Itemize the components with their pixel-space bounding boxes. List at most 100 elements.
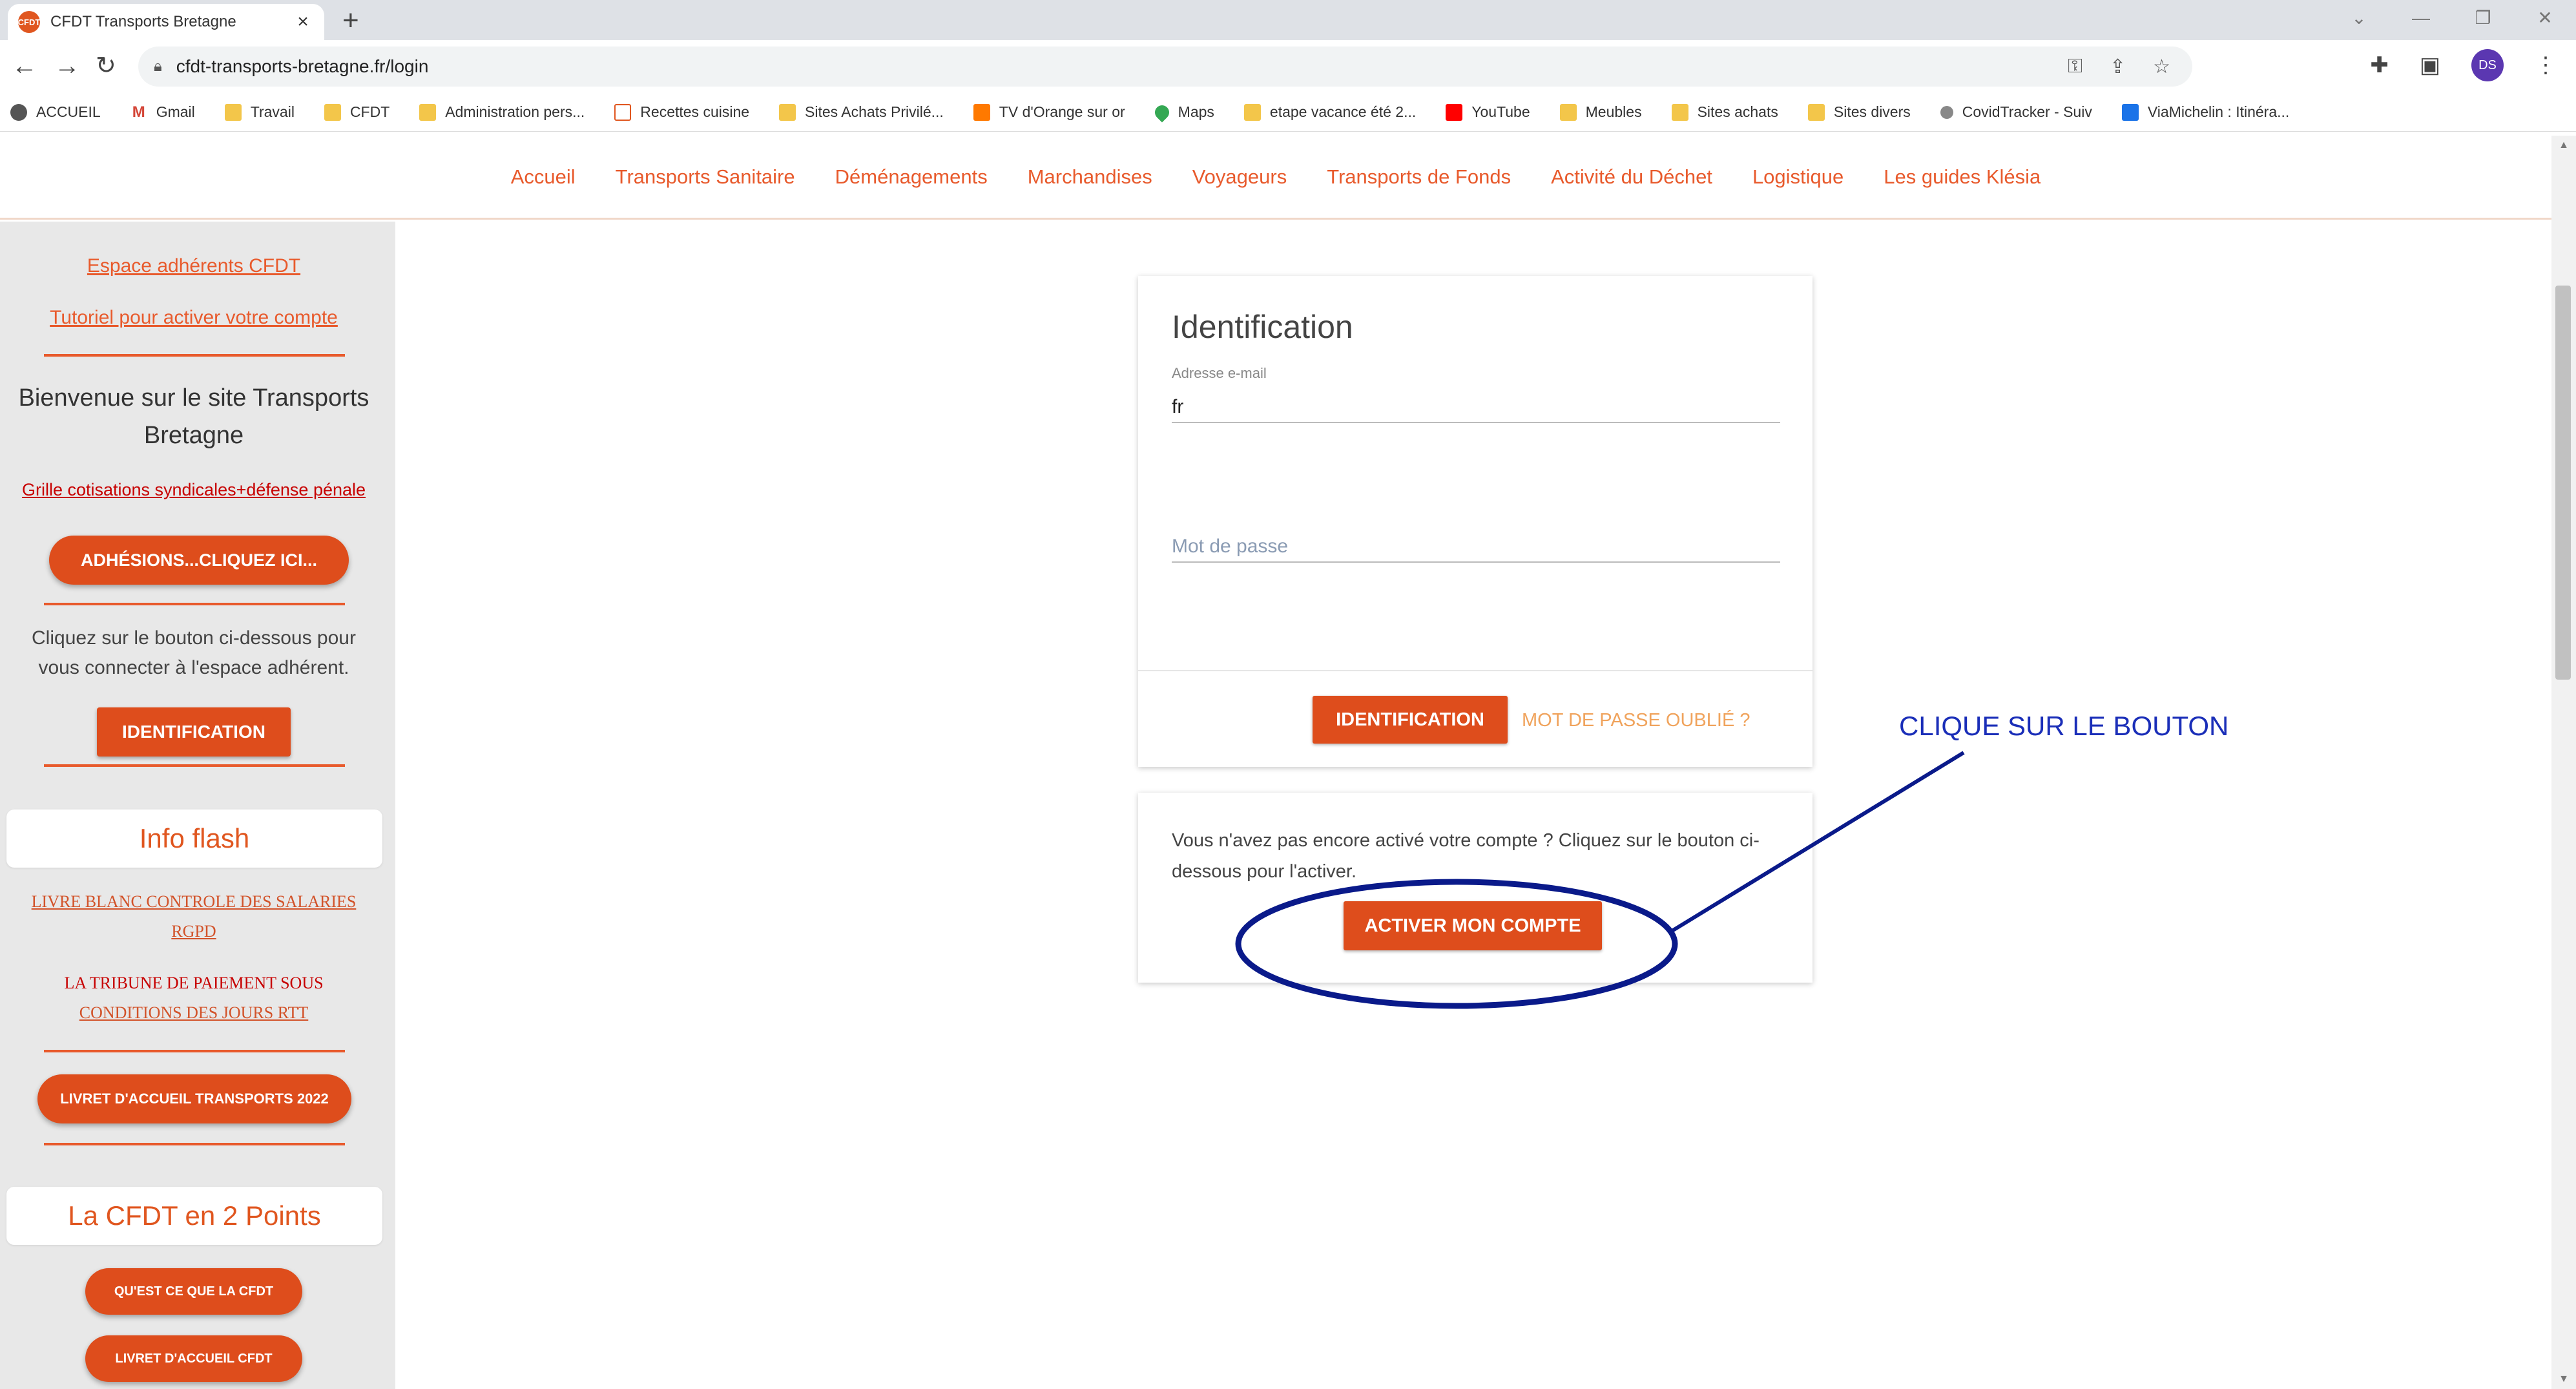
- livre-blanc-line-1: LIVRE BLANC CONTROLE DES SALARIES: [31, 892, 357, 911]
- tv-icon: [973, 103, 990, 121]
- nav-item[interactable]: Logistique: [1752, 165, 1844, 189]
- tutoriel-link[interactable]: Tutoriel pour activer votre compte: [0, 307, 388, 329]
- window-controls: ⌄ — ❐ ✕: [2328, 0, 2576, 40]
- forward-icon[interactable]: →: [54, 49, 80, 83]
- bookmark-label: Gmail: [156, 103, 195, 120]
- minimize-icon[interactable]: —: [2390, 0, 2452, 40]
- tribune-link[interactable]: LA TRIBUNE DE PAIEMENT SOUS CONDITIONS D…: [0, 968, 388, 1028]
- close-window-icon[interactable]: ✕: [2514, 0, 2576, 40]
- grille-cotisations-link[interactable]: Grille cotisations syndicales+défense pé…: [0, 480, 388, 500]
- page-scrollbar[interactable]: ▲ ▼: [2551, 136, 2576, 1389]
- youtube-icon: [1446, 103, 1463, 121]
- bookmark-label: ViaMichelin : Itinéra...: [2147, 103, 2290, 120]
- back-icon[interactable]: ←: [12, 49, 37, 83]
- folder-icon: [419, 103, 437, 121]
- forgot-password-link[interactable]: MOT DE PASSE OUBLIÉ ?: [1522, 710, 1750, 731]
- bookmark-label: etape vacance été 2...: [1269, 103, 1417, 120]
- scroll-up-icon[interactable]: ▲: [2551, 140, 2576, 151]
- restore-icon[interactable]: ❐: [2452, 0, 2514, 40]
- key-icon[interactable]: ⚿: [2068, 56, 2083, 78]
- activate-account-button[interactable]: ACTIVER MON COMPTE: [1344, 901, 1602, 950]
- bookmark-item[interactable]: Maps: [1152, 101, 1214, 123]
- divider: [44, 603, 345, 605]
- site-nav: Accueil Transports Sanitaire Déménagements…: [0, 136, 2551, 220]
- card-divider: [1138, 670, 1813, 671]
- bookmark-item[interactable]: etape vacance été 2...: [1243, 103, 1417, 121]
- bookmark-label: Recettes cuisine: [640, 103, 750, 120]
- bookmark-item[interactable]: Sites divers: [1807, 103, 1911, 121]
- bookmark-item[interactable]: M Gmail: [130, 103, 195, 121]
- folder-icon: [779, 103, 796, 121]
- connect-text-line-2: vous connecter à l'espace adhérent.: [38, 657, 349, 678]
- bookmark-item[interactable]: CFDT: [324, 103, 390, 121]
- star-icon[interactable]: ☆: [2153, 56, 2170, 78]
- bookmark-item[interactable]: Meubles: [1559, 103, 1642, 121]
- nav-item[interactable]: Déménagements: [835, 165, 988, 189]
- scroll-thumb[interactable]: [2555, 286, 2571, 680]
- divider: [44, 354, 345, 357]
- scroll-down-icon[interactable]: ▼: [2551, 1373, 2576, 1385]
- share-icon[interactable]: ⇪: [2110, 56, 2126, 78]
- bookmark-item[interactable]: TV d'Orange sur or: [973, 103, 1125, 121]
- bookmark-item[interactable]: Sites achats: [1671, 103, 1778, 121]
- sidepanel-icon[interactable]: ▣: [2420, 52, 2440, 78]
- new-tab-icon[interactable]: +: [342, 4, 359, 37]
- bookmark-item[interactable]: YouTube: [1446, 103, 1530, 121]
- bookmark-label: Travail: [250, 103, 295, 120]
- address-bar[interactable]: 🔒︎ cfdt-transports-bretagne.fr/login ⚿ ⇪…: [138, 47, 2192, 87]
- bookmark-label: Administration pers...: [445, 103, 585, 120]
- email-label: Adresse e-mail: [1172, 365, 1267, 381]
- folder-icon: [324, 103, 341, 121]
- connect-text-line-1: Cliquez sur le bouton ci-dessous pour: [32, 627, 356, 649]
- bookmark-item[interactable]: Travail: [224, 103, 295, 121]
- email-field[interactable]: [1172, 392, 1780, 423]
- bookmark-label: CFDT: [349, 103, 390, 120]
- nav-item[interactable]: Voyageurs: [1192, 165, 1287, 189]
- bookmark-label: ACCUEIL: [36, 103, 101, 120]
- livret-transports-button[interactable]: LIVRET D'ACCUEIL TRANSPORTS 2022: [37, 1074, 351, 1123]
- livre-blanc-link[interactable]: LIVRE BLANC CONTROLE DES SALARIES RGPD: [0, 887, 388, 946]
- omnibox-icons: ⚿ ⇪ ☆: [2068, 47, 2170, 87]
- annotation-label: CLIQUE SUR LE BOUTON: [1899, 711, 2229, 741]
- bookmark-item[interactable]: Recettes cuisine: [614, 103, 749, 121]
- connect-text: Cliquez sur le bouton ci-dessous pour vo…: [0, 623, 388, 683]
- nav-item[interactable]: Activité du Déchet: [1551, 165, 1712, 189]
- espace-adherents-link[interactable]: Espace adhérents CFDT: [0, 255, 388, 277]
- covid-icon: [1940, 105, 1953, 119]
- tab-close-icon[interactable]: ×: [292, 11, 314, 33]
- bookmark-item[interactable]: ACCUEIL: [10, 103, 101, 121]
- welcome-line-2: Bretagne: [143, 422, 244, 449]
- livret-accueil-cfdt-button[interactable]: LIVRET D'ACCUEIL CFDT: [85, 1335, 302, 1382]
- cfdt-points-heading: La CFDT en 2 Points: [6, 1187, 382, 1245]
- tab-search-icon[interactable]: ⌄: [2328, 0, 2390, 40]
- login-submit-button[interactable]: IDENTIFICATION: [1313, 696, 1508, 744]
- activate-card: Vous n'avez pas encore activé votre comp…: [1138, 793, 1813, 983]
- reload-icon[interactable]: ↻: [96, 49, 116, 83]
- extensions-icon[interactable]: ✚: [2370, 52, 2389, 78]
- bookmark-item[interactable]: ViaMichelin : Itinéra...: [2121, 103, 2290, 121]
- tab-title: CFDT Transports Bretagne: [50, 13, 236, 30]
- nav-item[interactable]: Les guides Klésia: [1884, 165, 2041, 189]
- nav-item[interactable]: Transports Sanitaire: [616, 165, 795, 189]
- nav-item[interactable]: Marchandises: [1028, 165, 1152, 189]
- bookmark-item[interactable]: CovidTracker - Suiv: [1940, 103, 2092, 121]
- sidebar: Espace adhérents CFDT Tutoriel pour acti…: [0, 222, 395, 1389]
- folder-icon: [1671, 103, 1688, 121]
- nav-item[interactable]: Accueil: [511, 165, 576, 189]
- password-field[interactable]: [1172, 532, 1780, 563]
- globe-icon: [10, 103, 27, 121]
- bookmark-label: Sites divers: [1833, 103, 1911, 120]
- browser-tab[interactable]: CFDT CFDT Transports Bretagne ×: [8, 4, 324, 40]
- quest-ce-que-cfdt-button[interactable]: QU'EST CE QUE LA CFDT: [85, 1268, 302, 1315]
- avatar[interactable]: DS: [2471, 49, 2504, 81]
- livre-blanc-line-2: RGPD: [171, 922, 216, 941]
- folder-icon: [1559, 103, 1577, 121]
- bookmark-item[interactable]: Administration pers...: [419, 103, 585, 121]
- menu-icon[interactable]: ⋮: [2535, 52, 2557, 78]
- sidebar-identification-button[interactable]: IDENTIFICATION: [97, 707, 291, 757]
- page-icon: [614, 103, 632, 121]
- bookmark-item[interactable]: Sites Achats Privilé...: [779, 103, 944, 121]
- adhesions-button[interactable]: ADHÉSIONS...CLIQUEZ ICI...: [49, 536, 349, 585]
- bookmark-label: TV d'Orange sur or: [999, 103, 1125, 120]
- nav-item[interactable]: Transports de Fonds: [1327, 165, 1511, 189]
